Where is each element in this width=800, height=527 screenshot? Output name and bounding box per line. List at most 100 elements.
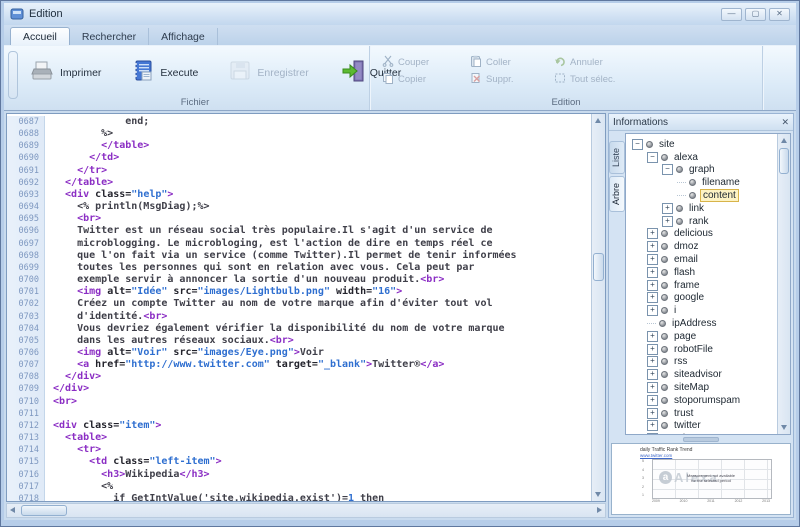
tree-item-label[interactable]: stoporumspam [672,395,742,406]
tree-item-alexa[interactable]: − alexa [628,151,777,164]
tree-item-delicious[interactable]: + delicious [628,228,777,241]
tree-item-label[interactable]: delicious [672,228,715,239]
tab-arbre[interactable]: Arbre [609,176,625,212]
panel-splitter[interactable] [609,435,793,443]
save-button[interactable]: Enregistrer [220,55,316,92]
expand-icon[interactable]: + [647,228,658,239]
tree-item-label[interactable]: rss [672,356,689,367]
tree-item-dmoz[interactable]: + dmoz [628,240,777,253]
tree-scroll-down-icon[interactable] [781,425,787,430]
tree-item-label[interactable]: dmoz [672,241,700,252]
tree-item-label[interactable]: site [657,139,677,150]
tree-item-email[interactable]: + email [628,253,777,266]
expand-icon[interactable]: + [647,254,658,265]
maximize-icon[interactable]: ▢ [745,8,766,21]
tree-item-rank[interactable]: + rank [628,215,777,228]
tree-item-label[interactable]: flash [672,267,697,278]
scroll-left-icon[interactable] [10,507,15,513]
tab-affichage[interactable]: Affichage [149,28,218,45]
expand-icon[interactable]: + [662,203,673,214]
minimize-icon[interactable]: — [721,8,742,21]
expand-icon[interactable]: + [647,280,658,291]
cut-button[interactable]: Couper [382,54,470,71]
tree-item-graph[interactable]: − graph [628,164,777,177]
expand-icon[interactable]: + [647,433,658,434]
tree-item-i[interactable]: +i [628,304,777,317]
expand-icon[interactable]: + [662,216,673,227]
tree-item-google[interactable]: + google [628,292,777,305]
scroll-right-icon[interactable] [597,507,602,513]
tree-item-label[interactable]: i [672,305,678,316]
tab-accueil[interactable]: Accueil [10,27,70,45]
collapse-icon[interactable]: − [632,139,643,150]
tree-item-label[interactable]: email [672,254,700,265]
print-button[interactable]: Imprimer [21,56,109,91]
tree-item-twitter[interactable]: + twitter [628,420,777,433]
undo-button[interactable]: Annuler [554,54,650,71]
tree-item-label[interactable]: robotFile [672,344,715,355]
expand-icon[interactable]: + [647,344,658,355]
panel-close-icon[interactable]: ✕ [781,117,789,128]
tree-item-label[interactable]: filename [700,177,742,188]
editor-hscrollbar[interactable] [6,503,606,518]
tree-item-frame[interactable]: + frame [628,279,777,292]
close-icon[interactable]: ✕ [769,8,790,21]
collapse-icon[interactable]: − [662,164,673,175]
expand-icon[interactable]: + [647,331,658,342]
tree-item-label[interactable]: alexa [672,152,700,163]
tree-item-label[interactable]: rank [687,216,710,227]
expand-icon[interactable]: + [647,241,658,252]
expand-icon[interactable]: + [647,420,658,431]
tree-item-label[interactable]: siteadvisor [672,369,724,380]
paste-button[interactable]: Coller [470,54,554,71]
tab-rechercher[interactable]: Rechercher [70,28,149,45]
tree-item-siteadvisor[interactable]: + siteadvisor [628,368,777,381]
tree-item-label[interactable]: url [672,433,687,434]
copy-button[interactable]: Copier [382,71,470,88]
tree-item-site[interactable]: − site [628,138,777,151]
execute-button[interactable]: Execute [123,55,206,92]
tab-liste[interactable]: Liste [609,141,625,174]
tree-item-label[interactable]: frame [672,280,702,291]
tree-item-link[interactable]: + link [628,202,777,215]
tree-item-siteMap[interactable]: + siteMap [628,381,777,394]
code-lines[interactable]: 0687 end;0688 %>0689 </table>0690 </td>0… [7,114,591,501]
tree-item-robotFile[interactable]: + robotFile [628,343,777,356]
tree-item-flash[interactable]: + flash [628,266,777,279]
tree-item-label[interactable]: google [672,292,706,303]
expand-icon[interactable]: + [647,369,658,380]
tree-item-label[interactable]: link [687,203,706,214]
select-all-button[interactable]: Tout sélec. [554,71,650,88]
tree-item-url[interactable]: + url [628,432,777,434]
tree-scrollbar[interactable] [777,134,790,434]
tree-item-filename[interactable]: filename [628,176,777,189]
scroll-down-icon[interactable] [595,492,601,497]
tree-item-label[interactable]: twitter [672,420,703,431]
editor-vscroll-thumb[interactable] [593,253,604,281]
expand-icon[interactable]: + [647,267,658,278]
collapse-icon[interactable]: − [647,152,658,163]
expand-icon[interactable]: + [647,382,658,393]
expand-icon[interactable]: + [647,305,658,316]
tree-item-ipAddress[interactable]: ipAddress [628,317,777,330]
editor-hscroll-thumb[interactable] [21,505,67,516]
expand-icon[interactable]: + [647,408,658,419]
tree-item-label[interactable]: content [700,189,739,202]
editor-vscrollbar[interactable] [591,114,605,501]
code-editor[interactable]: 0687 end;0688 %>0689 </table>0690 </td>0… [6,113,606,502]
tree-item-stoporumspam[interactable]: + stoporumspam [628,394,777,407]
tree-item-trust[interactable]: + trust [628,407,777,420]
delete-button[interactable]: Suppr. [470,71,554,88]
tree-item-label[interactable]: siteMap [672,382,711,393]
scroll-up-icon[interactable] [595,118,601,123]
expand-icon[interactable]: + [647,356,658,367]
expand-icon[interactable]: + [647,292,658,303]
tree[interactable]: −site−alexa−graphfilenamecontent+link+ra… [626,134,777,434]
expand-icon[interactable]: + [647,395,658,406]
tree-item-content[interactable]: content [628,189,777,202]
tree-item-page[interactable]: + page [628,330,777,343]
tree-scroll-up-icon[interactable] [781,138,787,143]
tree-item-label[interactable]: trust [672,408,695,419]
tree-item-label[interactable]: graph [687,164,717,175]
tree-item-label[interactable]: page [672,331,698,342]
